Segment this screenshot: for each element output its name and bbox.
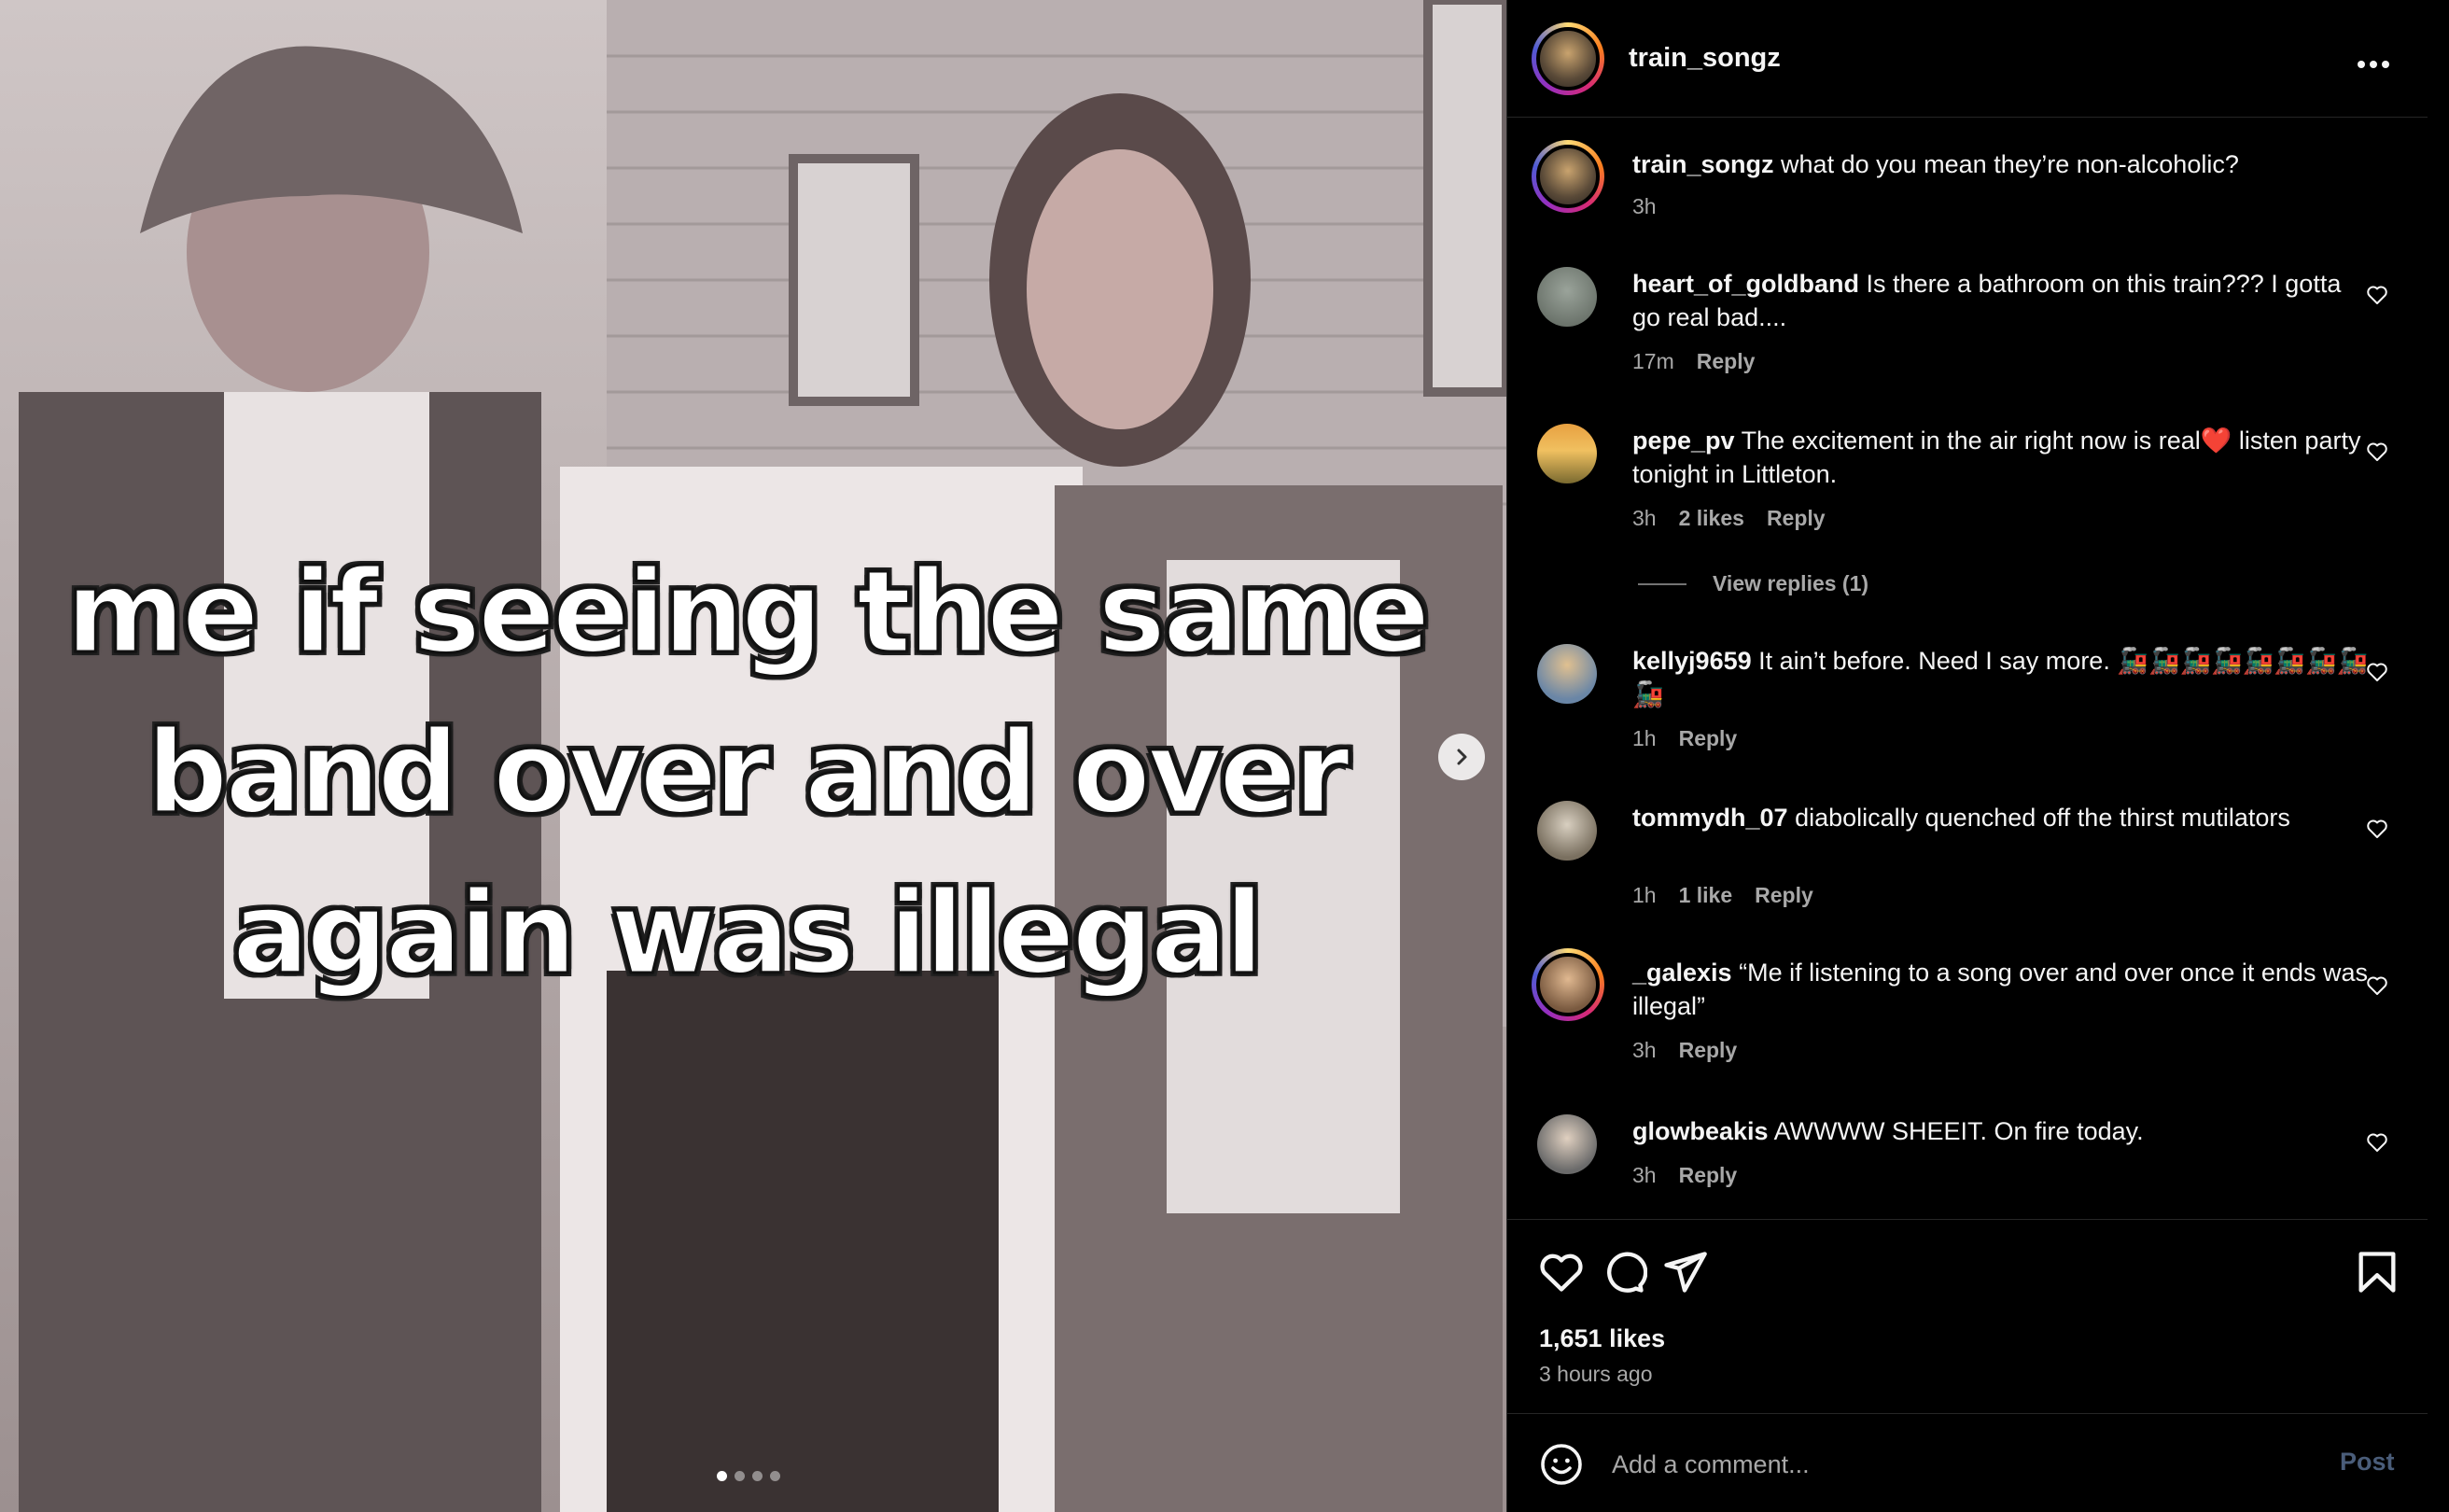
comment-likes[interactable]: 1 like xyxy=(1679,883,1733,908)
like-count[interactable]: 1,651 likes xyxy=(1539,1324,1665,1353)
comment-text: kellyj9659 It ain’t before. Need I say m… xyxy=(1632,644,2370,711)
caption-avatar[interactable] xyxy=(1532,140,1604,213)
paper-plane-icon[interactable] xyxy=(1660,1248,1709,1296)
reply-button[interactable]: Reply xyxy=(1679,1163,1738,1188)
heart-icon[interactable] xyxy=(2366,661,2388,683)
reply-button[interactable]: Reply xyxy=(1767,506,1826,531)
carousel-dot xyxy=(752,1471,763,1481)
comment-text: _galexis “Me if listening to a song over… xyxy=(1632,956,2370,1023)
author-avatar[interactable] xyxy=(1532,22,1604,95)
comment-text: tommydh_07 diabolically quenched off the… xyxy=(1632,801,2370,834)
commenter-avatar[interactable] xyxy=(1537,644,1597,704)
comment-meta: 1h 1 like Reply xyxy=(1632,883,1813,908)
commenter-username[interactable]: heart_of_goldband xyxy=(1632,270,1859,298)
caption-text: train_songz what do you mean they’re non… xyxy=(1632,147,2370,181)
comment-meta: 17m Reply xyxy=(1632,349,1755,374)
caption-meta: 3h xyxy=(1632,194,1657,219)
heart-icon[interactable] xyxy=(2366,818,2388,840)
heart-icon[interactable] xyxy=(2366,284,2388,306)
post-actions: 1,651 likes 3 hours ago xyxy=(1507,1219,2428,1415)
view-replies-button[interactable]: View replies (1) xyxy=(1638,571,1868,596)
commenter-avatar[interactable] xyxy=(1537,801,1597,861)
comment-time[interactable]: 3h xyxy=(1632,1163,1657,1188)
post-header: train_songz xyxy=(1507,0,2428,118)
comment-time[interactable]: 3h xyxy=(1632,1038,1657,1063)
comment-body: diabolically quenched off the thirst mut… xyxy=(1795,804,2290,832)
commenter-avatar[interactable] xyxy=(1537,267,1597,327)
caption-time[interactable]: 3h xyxy=(1632,194,1657,219)
comment-meta: 3h 2 likes Reply xyxy=(1632,506,1826,531)
add-comment-input[interactable] xyxy=(1612,1446,2265,1483)
carousel-dot xyxy=(735,1471,745,1481)
heart-icon[interactable] xyxy=(2366,974,2388,997)
post-comment-button[interactable]: Post xyxy=(2340,1448,2395,1477)
carousel-dot xyxy=(770,1471,780,1481)
reply-button[interactable]: Reply xyxy=(1679,1038,1738,1063)
meme-caption-overlay: me if seeing the same band over and over… xyxy=(64,545,1432,1001)
more-horizontal-icon xyxy=(2358,61,2389,68)
chevron-right-icon xyxy=(1457,749,1467,765)
next-slide-button[interactable] xyxy=(1438,734,1485,780)
comment-composer: Post xyxy=(1507,1413,2428,1512)
smiley-icon[interactable] xyxy=(1539,1442,1584,1487)
reply-button[interactable]: Reply xyxy=(1679,726,1738,751)
view-replies-line xyxy=(1638,582,1686,585)
comment-bubble-icon[interactable] xyxy=(1599,1248,1647,1296)
comment-text: heart_of_goldband Is there a bathroom on… xyxy=(1632,267,2370,334)
caption-body: what do you mean they’re non-alcoholic? xyxy=(1781,150,2239,178)
post-media[interactable]: me if seeing the same band over and over… xyxy=(0,0,1506,1512)
comment-body: “Me if listening to a song over and over… xyxy=(1632,959,2368,1020)
author-username[interactable]: train_songz xyxy=(1629,43,1781,74)
comment-likes[interactable]: 2 likes xyxy=(1679,506,1744,531)
commenter-username[interactable]: kellyj9659 xyxy=(1632,647,1752,675)
carousel-indicator xyxy=(717,1471,780,1481)
commenter-username[interactable]: glowbeakis xyxy=(1632,1117,1769,1145)
commenter-username[interactable]: pepe_pv xyxy=(1632,427,1735,455)
comment-time[interactable]: 17m xyxy=(1632,349,1674,374)
heart-icon[interactable] xyxy=(2366,441,2388,463)
more-options-button[interactable] xyxy=(2357,41,2390,77)
comment-meta: 3h Reply xyxy=(1632,1163,1737,1188)
commenter-avatar[interactable] xyxy=(1532,948,1604,1021)
comment-time[interactable]: 3h xyxy=(1632,506,1657,531)
carousel-dot xyxy=(717,1471,727,1481)
comment-text: glowbeakis AWWWW SHEEIT. On fire today. xyxy=(1632,1114,2370,1148)
comment-body: AWWWW SHEEIT. On fire today. xyxy=(1773,1117,2144,1145)
heart-icon[interactable] xyxy=(1537,1248,1586,1296)
heart-icon[interactable] xyxy=(2366,1131,2388,1154)
reply-button[interactable]: Reply xyxy=(1755,883,1813,908)
reply-button[interactable]: Reply xyxy=(1697,349,1756,374)
caption-username[interactable]: train_songz xyxy=(1632,150,1774,178)
comment-meta: 1h Reply xyxy=(1632,726,1737,751)
commenter-username[interactable]: _galexis xyxy=(1632,959,1732,987)
post-sidebar: train_songz train_songz what do you mean… xyxy=(1506,0,2449,1512)
comment-time[interactable]: 1h xyxy=(1632,726,1657,751)
bookmark-icon[interactable] xyxy=(2353,1248,2401,1296)
commenter-avatar[interactable] xyxy=(1537,424,1597,483)
comment-time[interactable]: 1h xyxy=(1632,883,1657,908)
comment-meta: 3h Reply xyxy=(1632,1038,1737,1063)
comment-body: The excitement in the air right now is r… xyxy=(1632,427,2361,488)
commenter-avatar[interactable] xyxy=(1537,1114,1597,1174)
view-replies-label: View replies (1) xyxy=(1713,571,1869,595)
post-timestamp[interactable]: 3 hours ago xyxy=(1539,1362,1652,1387)
commenter-username[interactable]: tommydh_07 xyxy=(1632,804,1788,832)
comment-text: pepe_pv The excitement in the air right … xyxy=(1632,424,2370,491)
